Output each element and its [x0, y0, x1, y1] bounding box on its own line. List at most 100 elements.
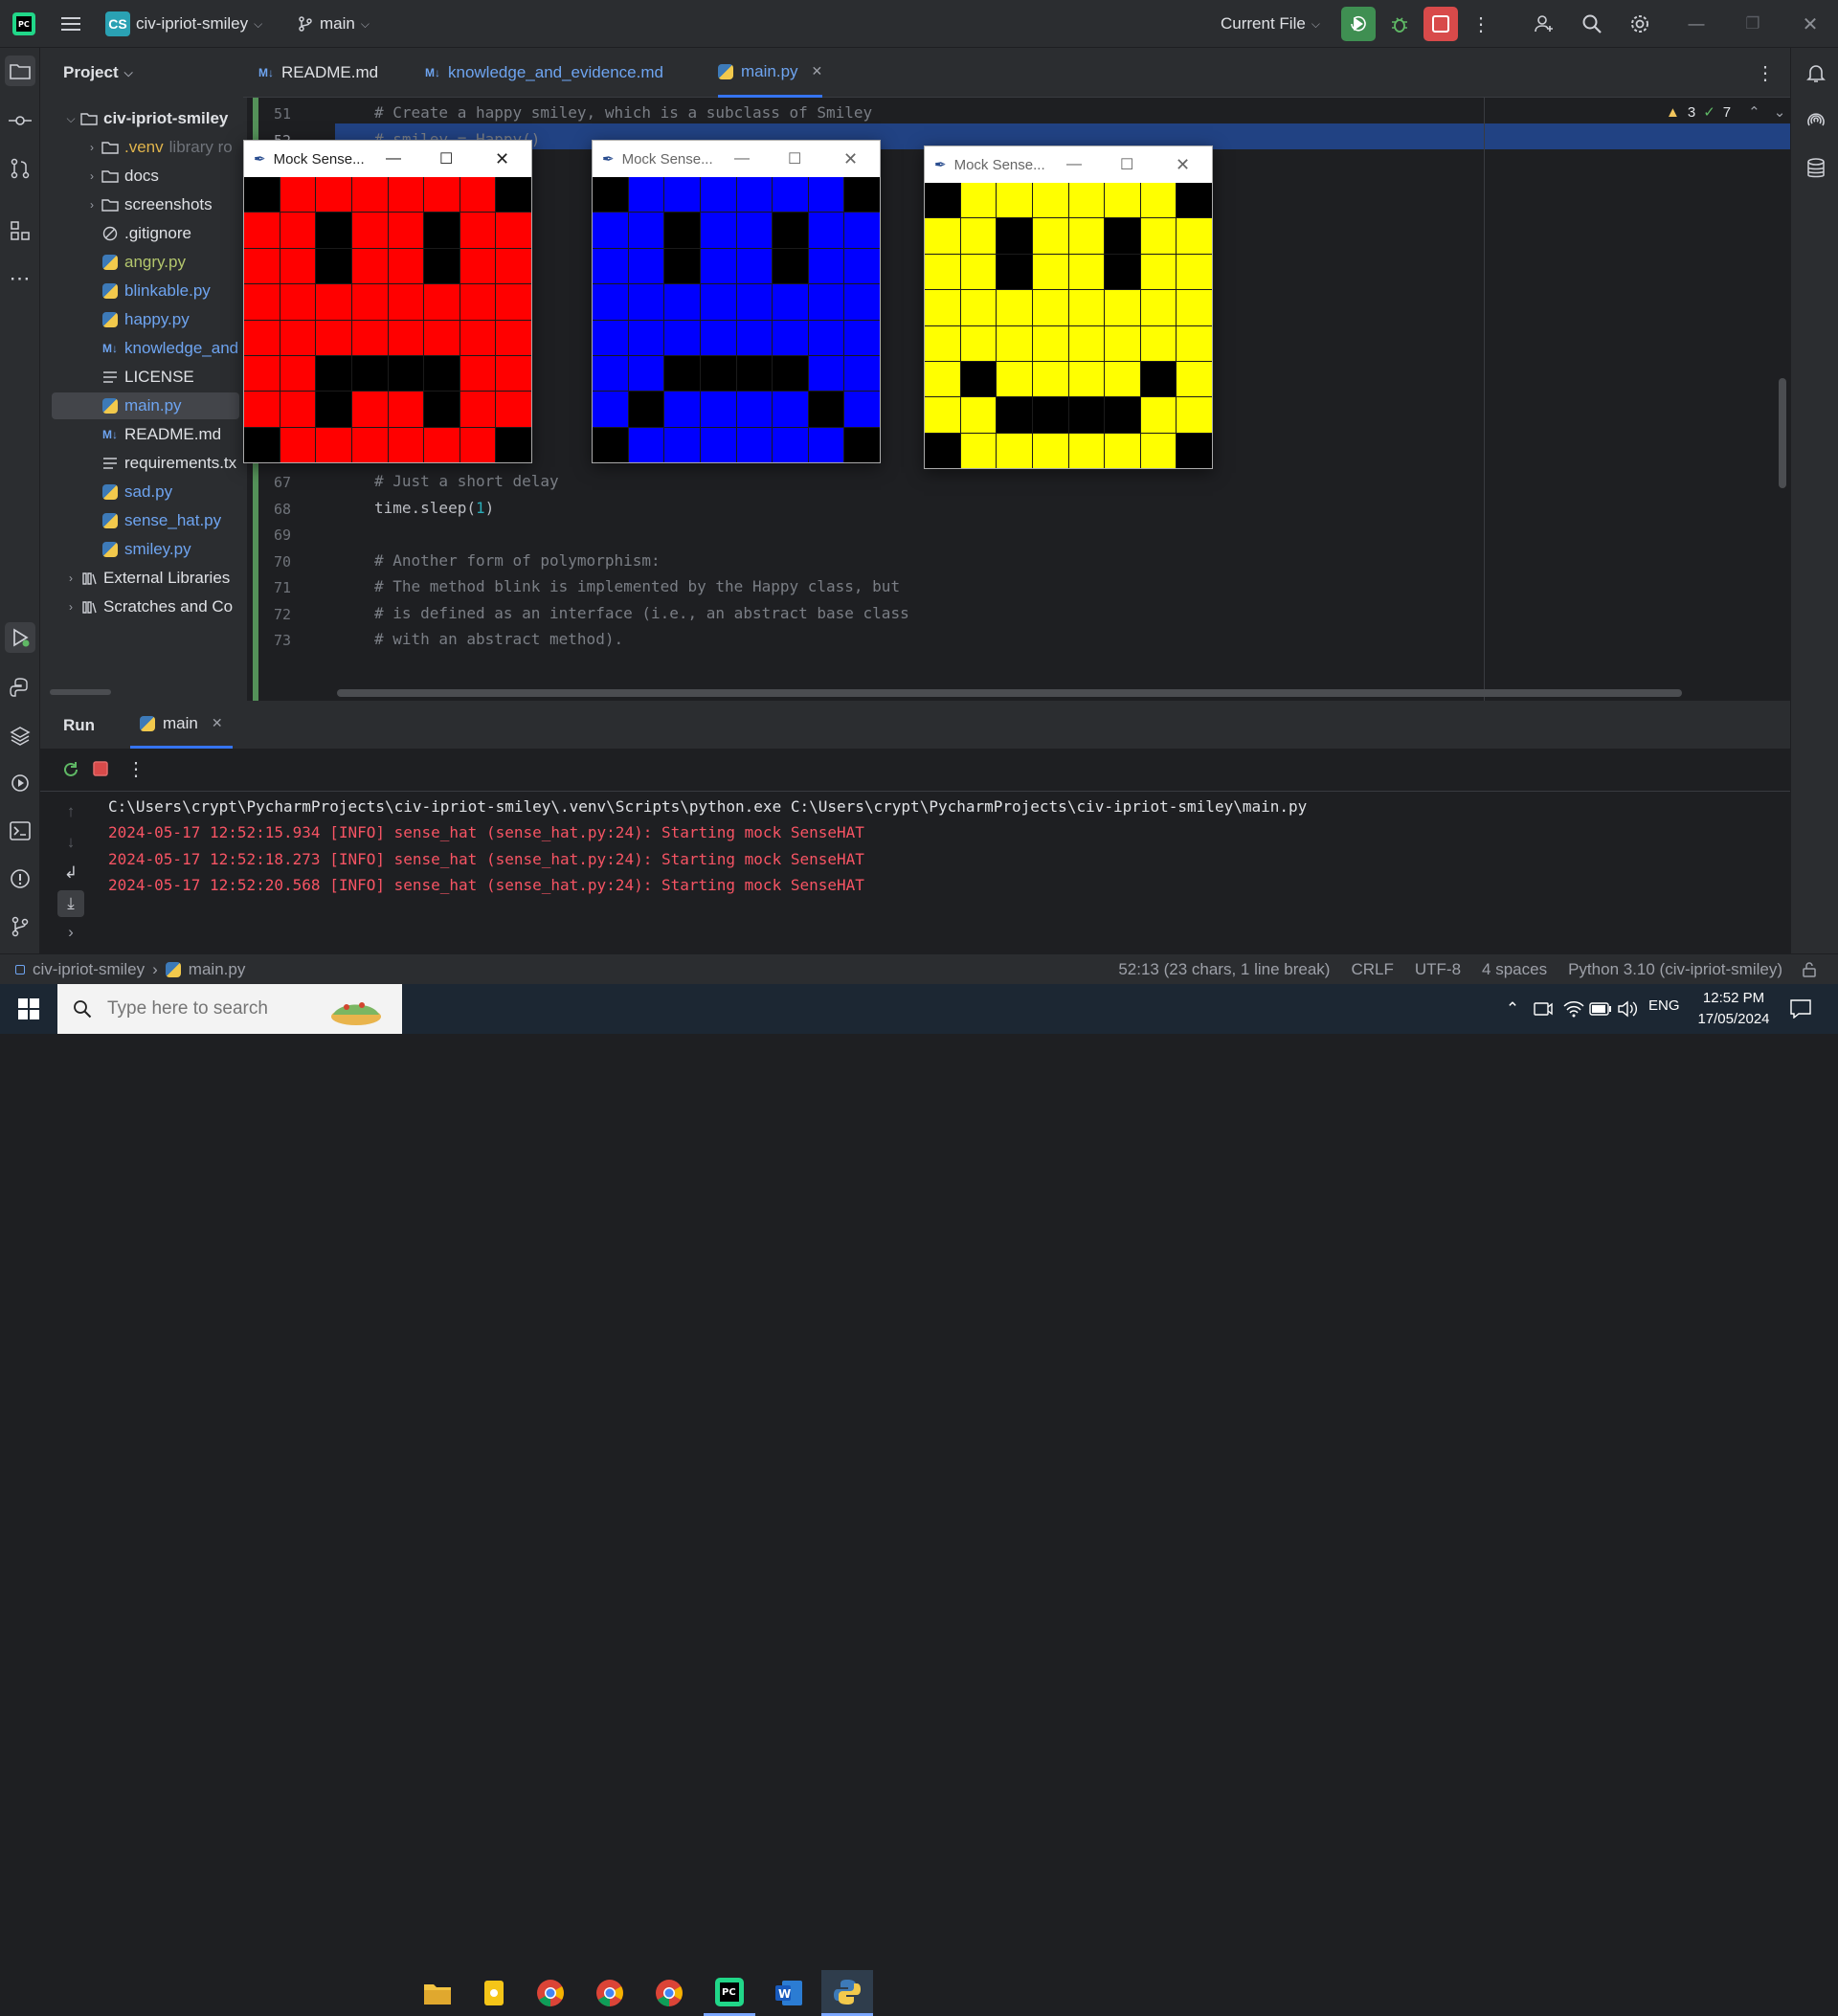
taskbar-search-box[interactable]: [57, 984, 402, 1034]
chevron-right-icon[interactable]: ›: [59, 921, 82, 944]
horizontal-scrollbar[interactable]: [50, 689, 111, 695]
tab-options-icon[interactable]: ⋮: [1754, 59, 1777, 86]
inspection-widget[interactable]: ▲ 3 ✓ 7 ⌃ ⌄: [1666, 103, 1786, 122]
chevron-down-icon[interactable]: ⌄: [1774, 103, 1786, 121]
breadcrumb-project[interactable]: civ-ipriot-smiley: [33, 960, 145, 979]
tab-knowledge-and-evidence[interactable]: M↓ knowledge_and_evidence.md: [425, 48, 663, 98]
python-taskbar-icon[interactable]: [821, 1970, 873, 2016]
meet-now-icon[interactable]: [1532, 997, 1555, 1020]
debug-button[interactable]: [1385, 10, 1414, 38]
arrow-down-icon[interactable]: ↓: [59, 831, 82, 854]
wifi-icon[interactable]: [1562, 997, 1585, 1020]
ai-assistant-icon[interactable]: [1801, 105, 1831, 136]
taskbar-clock[interactable]: 12:52 PM 17/05/2024: [1691, 988, 1777, 1030]
project-tool-folder-icon[interactable]: [5, 56, 35, 86]
tree-item[interactable]: › .venv library ro: [40, 134, 243, 161]
project-panel-header[interactable]: Project ⌵: [63, 63, 133, 82]
mock-window-titlebar[interactable]: ✒ Mock Sense... — ☐ ✕: [244, 141, 531, 177]
line-separator[interactable]: CRLF: [1351, 960, 1393, 979]
tab-main-py[interactable]: main.py ✕: [718, 48, 823, 98]
code-line[interactable]: # with an abstract method).: [374, 630, 623, 648]
volume-icon[interactable]: [1616, 997, 1639, 1020]
chevron-right-icon[interactable]: ›: [63, 571, 78, 585]
minimize-window-icon[interactable]: —: [1683, 11, 1710, 36]
lock-icon[interactable]: [1800, 960, 1819, 979]
python-interpreter[interactable]: Python 3.10 (civ-ipriot-smiley): [1568, 960, 1782, 979]
arrow-up-icon[interactable]: ↑: [59, 800, 82, 823]
tree-item[interactable]: M↓ README.md: [40, 421, 243, 448]
battery-icon[interactable]: [1589, 997, 1612, 1020]
editor-horizontal-scrollbar[interactable]: [337, 689, 1682, 697]
pull-requests-icon[interactable]: [5, 153, 35, 184]
maximize-icon[interactable]: ☐: [439, 149, 453, 168]
settings-gear-icon[interactable]: [1625, 10, 1654, 38]
breadcrumb-file[interactable]: main.py: [189, 960, 246, 979]
close-window-icon[interactable]: ✕: [1797, 11, 1824, 36]
breadcrumb[interactable]: civ-ipriot-smiley › main.py: [15, 954, 245, 985]
chevron-up-icon[interactable]: ⌃: [1501, 997, 1524, 1020]
mock-sensehat-window-blue[interactable]: ✒ Mock Sense... — ☐ ✕: [592, 140, 881, 463]
mock-sensehat-window-yellow[interactable]: ✒ Mock Sense... — ☐ ✕: [924, 146, 1213, 469]
branch-selector[interactable]: main ⌵: [297, 0, 370, 48]
structure-icon[interactable]: [5, 215, 35, 246]
tree-item[interactable]: LICENSE: [40, 364, 243, 391]
tree-item[interactable]: main.py: [52, 392, 239, 419]
tree-item[interactable]: blinkable.py: [40, 278, 243, 304]
chevron-right-icon[interactable]: ›: [84, 169, 100, 183]
tree-item[interactable]: › docs: [40, 163, 243, 190]
tree-item[interactable]: sad.py: [40, 479, 243, 505]
file-encoding[interactable]: UTF-8: [1415, 960, 1461, 979]
close-icon[interactable]: ✕: [1176, 155, 1190, 175]
chevron-right-icon[interactable]: ›: [84, 141, 100, 154]
tree-scratches[interactable]: › Scratches and Co: [40, 594, 243, 620]
editor-vertical-scrollbar[interactable]: [1779, 378, 1786, 488]
search-icon[interactable]: [1578, 10, 1606, 38]
run-config-selector[interactable]: Current File ⌵: [1221, 0, 1320, 48]
chrome-work-icon[interactable]: [643, 1970, 695, 2016]
notification-center-icon[interactable]: [1786, 996, 1815, 1022]
sticky-notes-icon[interactable]: [468, 1970, 520, 2016]
main-menu-icon[interactable]: [57, 11, 84, 36]
tree-root-folder[interactable]: ⌵ civ-ipriot-smiley: [40, 105, 243, 132]
tree-item[interactable]: M↓ knowledge_and: [40, 335, 243, 362]
problems-icon[interactable]: [5, 863, 35, 894]
tree-item[interactable]: › screenshots: [40, 191, 243, 218]
scroll-to-end-icon[interactable]: ⤓: [57, 890, 84, 917]
version-control-icon[interactable]: [5, 911, 35, 942]
code-line[interactable]: # The method blink is implemented by the…: [374, 577, 900, 595]
run-config-tab[interactable]: main ✕: [130, 701, 233, 749]
chevron-right-icon[interactable]: ›: [84, 198, 100, 212]
tree-item[interactable]: sense_hat.py: [40, 507, 243, 534]
rerun-icon[interactable]: [59, 758, 82, 781]
code-line[interactable]: # Just a short delay: [374, 472, 559, 490]
close-tab-icon[interactable]: ✕: [812, 63, 823, 79]
add-user-icon[interactable]: [1530, 10, 1558, 38]
chrome-profile-icon[interactable]: [584, 1970, 636, 2016]
code-line[interactable]: # Another form of polymorphism:: [374, 551, 661, 570]
tree-external-libraries[interactable]: › External Libraries: [40, 565, 243, 592]
more-tools-icon[interactable]: ⋯: [5, 263, 35, 294]
code-line[interactable]: # Create a happy smiley, which is a subc…: [374, 103, 872, 122]
close-icon[interactable]: ✕: [495, 149, 509, 169]
mock-window-titlebar[interactable]: ✒ Mock Sense... — ☐ ✕: [925, 146, 1212, 183]
input-language[interactable]: ENG: [1648, 997, 1680, 1014]
tree-item[interactable]: requirements.tx: [40, 450, 243, 477]
mock-window-titlebar[interactable]: ✒ Mock Sense... — ☐ ✕: [593, 141, 880, 177]
file-explorer-icon[interactable]: [412, 1970, 463, 2016]
minimize-icon[interactable]: —: [734, 150, 750, 168]
code-line[interactable]: time.sleep(1): [374, 499, 494, 517]
services-icon[interactable]: [5, 768, 35, 798]
tree-item[interactable]: happy.py: [40, 306, 243, 333]
close-icon[interactable]: ✕: [843, 149, 858, 169]
chevron-right-icon[interactable]: ›: [63, 600, 78, 614]
tree-item[interactable]: angry.py: [40, 249, 243, 276]
terminal-icon[interactable]: [5, 816, 35, 846]
soft-wrap-icon[interactable]: ↲: [59, 862, 82, 885]
tree-item[interactable]: smiley.py: [40, 536, 243, 563]
tab-readme[interactable]: M↓ README.md: [258, 48, 378, 98]
minimize-icon[interactable]: —: [386, 150, 401, 168]
project-selector[interactable]: CS civ-ipriot-smiley ⌵: [105, 0, 262, 48]
run-tool-icon[interactable]: [5, 622, 35, 653]
more-actions-icon[interactable]: ⋮: [1469, 10, 1492, 38]
word-icon[interactable]: W: [763, 1970, 815, 2016]
